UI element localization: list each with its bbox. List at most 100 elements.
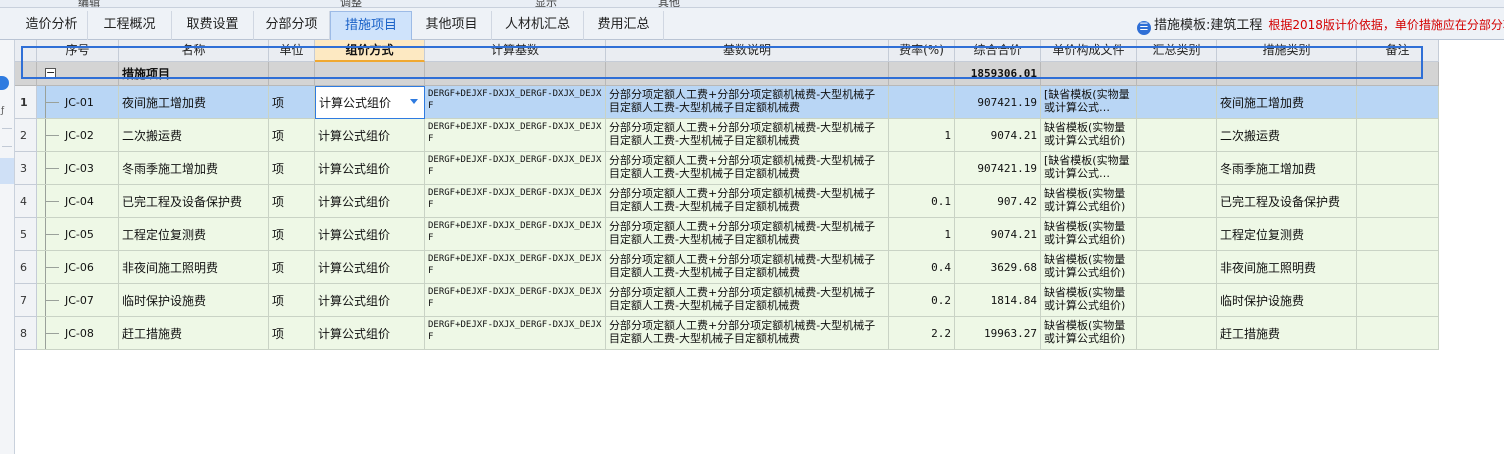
list-icon[interactable]: ☰ (1137, 21, 1151, 35)
row-rate[interactable]: 0.2 (889, 284, 955, 317)
table-row[interactable]: 8 JC-08 赶工措施费 项 计算公式组价 DERGF+DEJXF-DXJX_… (15, 317, 1439, 350)
row-note[interactable] (1357, 218, 1439, 251)
row-note[interactable] (1357, 152, 1439, 185)
row-unit[interactable]: 项 (269, 86, 315, 119)
header-summary[interactable]: 汇总类别 (1137, 40, 1217, 62)
row-pricing-select[interactable]: 计算公式组价 (315, 251, 425, 284)
row-note[interactable] (1357, 284, 1439, 317)
row-summary[interactable] (1137, 86, 1217, 119)
header-pricing[interactable]: 组价方式 (315, 40, 425, 62)
row-unit-file[interactable]: [缺省模板(实物量或计算公式… (1041, 152, 1137, 185)
row-summary[interactable] (1137, 119, 1217, 152)
header-unit[interactable]: 单位 (269, 40, 315, 62)
tab-other-items[interactable]: 其他项目 (412, 11, 492, 40)
panel-toggle-icon[interactable] (0, 76, 9, 90)
header-category[interactable]: 措施类别 (1217, 40, 1357, 62)
table-row[interactable]: 1 JC-01 夜间施工增加费 项 计算公式组价 DERGF+DEJXF-DXJ… (15, 86, 1439, 119)
row-code[interactable]: JC-06 (37, 251, 119, 284)
row-summary[interactable] (1137, 152, 1217, 185)
row-name[interactable]: 赶工措施费 (119, 317, 269, 350)
row-code[interactable]: JC-01 (37, 86, 119, 119)
row-rate[interactable] (889, 86, 955, 119)
row-base[interactable]: DERGF+DEJXF-DXJX_DERGF-DXJX_DEJXF (425, 251, 606, 284)
menu-edit[interactable]: 编辑 (78, 0, 100, 7)
dropdown-arrow-icon[interactable] (410, 99, 418, 104)
row-unit[interactable]: 项 (269, 251, 315, 284)
row-summary[interactable] (1137, 284, 1217, 317)
table-row[interactable]: 3 JC-03 冬雨季施工增加费 项 计算公式组价 DERGF+DEJXF-DX… (15, 152, 1439, 185)
header-note[interactable]: 备注 (1357, 40, 1439, 62)
row-code[interactable]: JC-05 (37, 218, 119, 251)
row-category[interactable]: 临时保护设施费 (1217, 284, 1357, 317)
row-code[interactable]: JC-07 (37, 284, 119, 317)
row-category[interactable]: 非夜间施工照明费 (1217, 251, 1357, 284)
template-label[interactable]: 措施模板:建筑工程 (1154, 18, 1262, 33)
row-pricing-select[interactable]: 计算公式组价 (315, 317, 425, 350)
row-note[interactable] (1357, 251, 1439, 284)
row-number[interactable]: 2 (15, 119, 37, 152)
row-summary[interactable] (1137, 218, 1217, 251)
header-rate[interactable]: 费率(%) (889, 40, 955, 62)
row-unit[interactable]: 项 (269, 152, 315, 185)
row-category[interactable]: 已完工程及设备保护费 (1217, 185, 1357, 218)
row-base[interactable]: DERGF+DEJXF-DXJX_DERGF-DXJX_DEJXF (425, 86, 606, 119)
row-category[interactable]: 二次搬运费 (1217, 119, 1357, 152)
row-number[interactable]: 6 (15, 251, 37, 284)
row-name[interactable]: 已完工程及设备保护费 (119, 185, 269, 218)
row-base[interactable]: DERGF+DEJXF-DXJX_DERGF-DXJX_DEJXF (425, 152, 606, 185)
row-base[interactable]: DERGF+DEJXF-DXJX_DERGF-DXJX_DEJXF (425, 284, 606, 317)
row-number[interactable]: 4 (15, 185, 37, 218)
row-code[interactable]: JC-02 (37, 119, 119, 152)
row-rate[interactable]: 0.1 (889, 185, 955, 218)
row-number[interactable]: 3 (15, 152, 37, 185)
row-category[interactable]: 夜间施工增加费 (1217, 86, 1357, 119)
row-note[interactable] (1357, 119, 1439, 152)
row-name[interactable]: 冬雨季施工增加费 (119, 152, 269, 185)
row-name[interactable]: 非夜间施工照明费 (119, 251, 269, 284)
tab-sub-items[interactable]: 分部分项 (254, 11, 330, 40)
table-row[interactable]: 5 JC-05 工程定位复测费 项 计算公式组价 DERGF+DEJXF-DXJ… (15, 218, 1439, 251)
menu-other[interactable]: 其他 (658, 0, 680, 7)
row-rate[interactable] (889, 152, 955, 185)
row-category[interactable]: 工程定位复测费 (1217, 218, 1357, 251)
row-rate[interactable]: 0.4 (889, 251, 955, 284)
tab-fee-settings[interactable]: 取费设置 (172, 11, 254, 40)
table-row[interactable]: 2 JC-02 二次搬运费 项 计算公式组价 DERGF+DEJXF-DXJX_… (15, 119, 1439, 152)
panel-selected-item[interactable] (0, 158, 14, 184)
row-unit[interactable]: 项 (269, 119, 315, 152)
row-rate[interactable]: 2.2 (889, 317, 955, 350)
row-note[interactable] (1357, 86, 1439, 119)
tab-measure-items[interactable]: 措施项目 (330, 11, 412, 40)
row-name[interactable]: 临时保护设施费 (119, 284, 269, 317)
row-unit[interactable]: 项 (269, 218, 315, 251)
tab-project-overview[interactable]: 工程概况 (88, 11, 172, 40)
row-rate[interactable]: 1 (889, 119, 955, 152)
row-pricing-select[interactable]: 计算公式组价 (315, 185, 425, 218)
row-pricing-select[interactable]: 计算公式组价 (315, 152, 425, 185)
row-unit-file[interactable]: [缺省模板(实物量或计算公式… (1041, 86, 1137, 119)
group-row[interactable]: − 措施项目 1859306.01 (15, 62, 1439, 86)
row-summary[interactable] (1137, 185, 1217, 218)
row-base[interactable]: DERGF+DEJXF-DXJX_DERGF-DXJX_DEJXF (425, 218, 606, 251)
row-number[interactable]: 1 (15, 86, 37, 119)
row-summary[interactable] (1137, 251, 1217, 284)
row-unit[interactable]: 项 (269, 317, 315, 350)
row-number[interactable]: 8 (15, 317, 37, 350)
group-expander[interactable]: − (37, 62, 119, 86)
row-unit-file[interactable]: 缺省模板(实物量或计算公式组价) (1041, 185, 1137, 218)
row-pricing-select[interactable]: 计算公式组价 (315, 284, 425, 317)
table-row[interactable]: 6 JC-06 非夜间施工照明费 项 计算公式组价 DERGF+DEJXF-DX… (15, 251, 1439, 284)
tab-labor-material-summary[interactable]: 人材机汇总 (492, 11, 584, 40)
menu-adjust[interactable]: 调整 (340, 0, 362, 7)
row-pricing-select[interactable]: 计算公式组价 (315, 86, 425, 119)
table-row[interactable]: 7 JC-07 临时保护设施费 项 计算公式组价 DERGF+DEJXF-DXJ… (15, 284, 1439, 317)
header-unit-file[interactable]: 单价构成文件 (1041, 40, 1137, 62)
row-summary[interactable] (1137, 317, 1217, 350)
header-name[interactable]: 名称 (119, 40, 269, 62)
row-code[interactable]: JC-08 (37, 317, 119, 350)
row-note[interactable] (1357, 317, 1439, 350)
row-unit[interactable]: 项 (269, 284, 315, 317)
header-base[interactable]: 计算基数 (425, 40, 606, 62)
header-total[interactable]: 综合合价 (955, 40, 1041, 62)
row-unit-file[interactable]: 缺省模板(实物量或计算公式组价) (1041, 251, 1137, 284)
